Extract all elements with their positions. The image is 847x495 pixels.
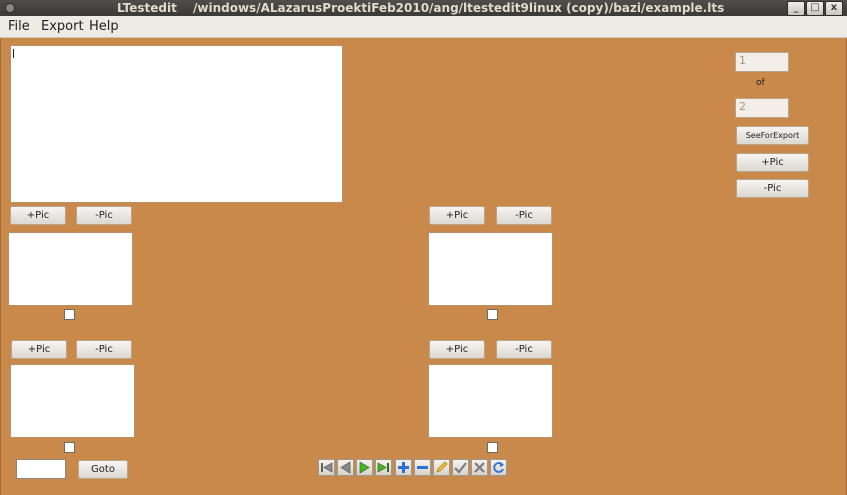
- remove-pic-button-3[interactable]: -Pic: [76, 340, 132, 359]
- add-pic-button-2[interactable]: +Pic: [429, 206, 485, 225]
- menu-help[interactable]: Help: [89, 19, 119, 34]
- picture-box-4[interactable]: [428, 364, 553, 438]
- prior-icon: [340, 461, 351, 474]
- menu-file[interactable]: File: [8, 19, 30, 34]
- close-button[interactable]: x: [825, 1, 843, 16]
- refresh-icon: [493, 462, 504, 473]
- post-record-button[interactable]: [452, 459, 469, 476]
- see-for-export-button[interactable]: SeeForExport: [736, 126, 809, 145]
- remove-pic-button-1[interactable]: -Pic: [76, 206, 132, 225]
- cancel-icon: [474, 462, 485, 473]
- window-path-title: /windows/ALazarusProektiFeb2010/ang/ltes…: [193, 1, 725, 15]
- menu-export[interactable]: Export: [41, 19, 84, 34]
- remove-pic-button-2[interactable]: -Pic: [496, 206, 552, 225]
- menu-bar: File Export Help: [0, 16, 847, 38]
- add-pic-button-4[interactable]: +Pic: [429, 340, 485, 359]
- last-record-button[interactable]: [375, 459, 392, 476]
- post-icon: [454, 462, 467, 474]
- title-bar: LTestedit /windows/ALazarusProektiFeb201…: [0, 0, 847, 16]
- edit-icon: [436, 461, 448, 473]
- goto-record-input[interactable]: [16, 459, 66, 479]
- goto-button[interactable]: Goto: [78, 460, 128, 479]
- maximize-button[interactable]: □: [806, 1, 824, 16]
- picture-box-3[interactable]: [10, 364, 135, 438]
- next-record-button[interactable]: [356, 459, 373, 476]
- add-pic-button-1[interactable]: +Pic: [10, 206, 66, 225]
- current-record-field[interactable]: 1: [735, 52, 789, 72]
- insert-record-button[interactable]: [395, 459, 412, 476]
- main-text-memo[interactable]: [10, 45, 343, 203]
- first-record-button[interactable]: [318, 459, 335, 476]
- add-pic-button-3[interactable]: +Pic: [11, 340, 67, 359]
- first-icon: [321, 462, 333, 473]
- edit-record-button[interactable]: [433, 459, 450, 476]
- window-menu-icon[interactable]: [5, 3, 15, 13]
- remove-pic-button-4[interactable]: -Pic: [496, 340, 552, 359]
- last-icon: [377, 462, 389, 473]
- next-icon: [359, 461, 370, 474]
- delete-record-button[interactable]: [414, 459, 431, 476]
- cancel-record-button[interactable]: [471, 459, 488, 476]
- picture-box-1[interactable]: [8, 232, 133, 306]
- add-pic-button-main[interactable]: +Pic: [736, 153, 809, 172]
- picture-checkbox-1[interactable]: [64, 309, 75, 320]
- delete-icon: [417, 466, 428, 469]
- text-cursor: [13, 49, 14, 58]
- window-app-title: LTestedit: [117, 1, 177, 15]
- refresh-record-button[interactable]: [490, 459, 507, 476]
- prior-record-button[interactable]: [337, 459, 354, 476]
- main-area: 1 of 2 SeeForExport +Pic -Pic +Pic -Pic …: [0, 38, 847, 495]
- remove-pic-button-main[interactable]: -Pic: [736, 179, 809, 198]
- picture-checkbox-4[interactable]: [487, 442, 498, 453]
- picture-checkbox-3[interactable]: [64, 442, 75, 453]
- minimize-button[interactable]: _: [787, 1, 805, 16]
- picture-box-2[interactable]: [428, 232, 553, 306]
- insert-icon: [398, 462, 409, 473]
- picture-checkbox-2[interactable]: [487, 309, 498, 320]
- total-records-field[interactable]: 2: [735, 98, 789, 118]
- of-label: of: [756, 78, 765, 88]
